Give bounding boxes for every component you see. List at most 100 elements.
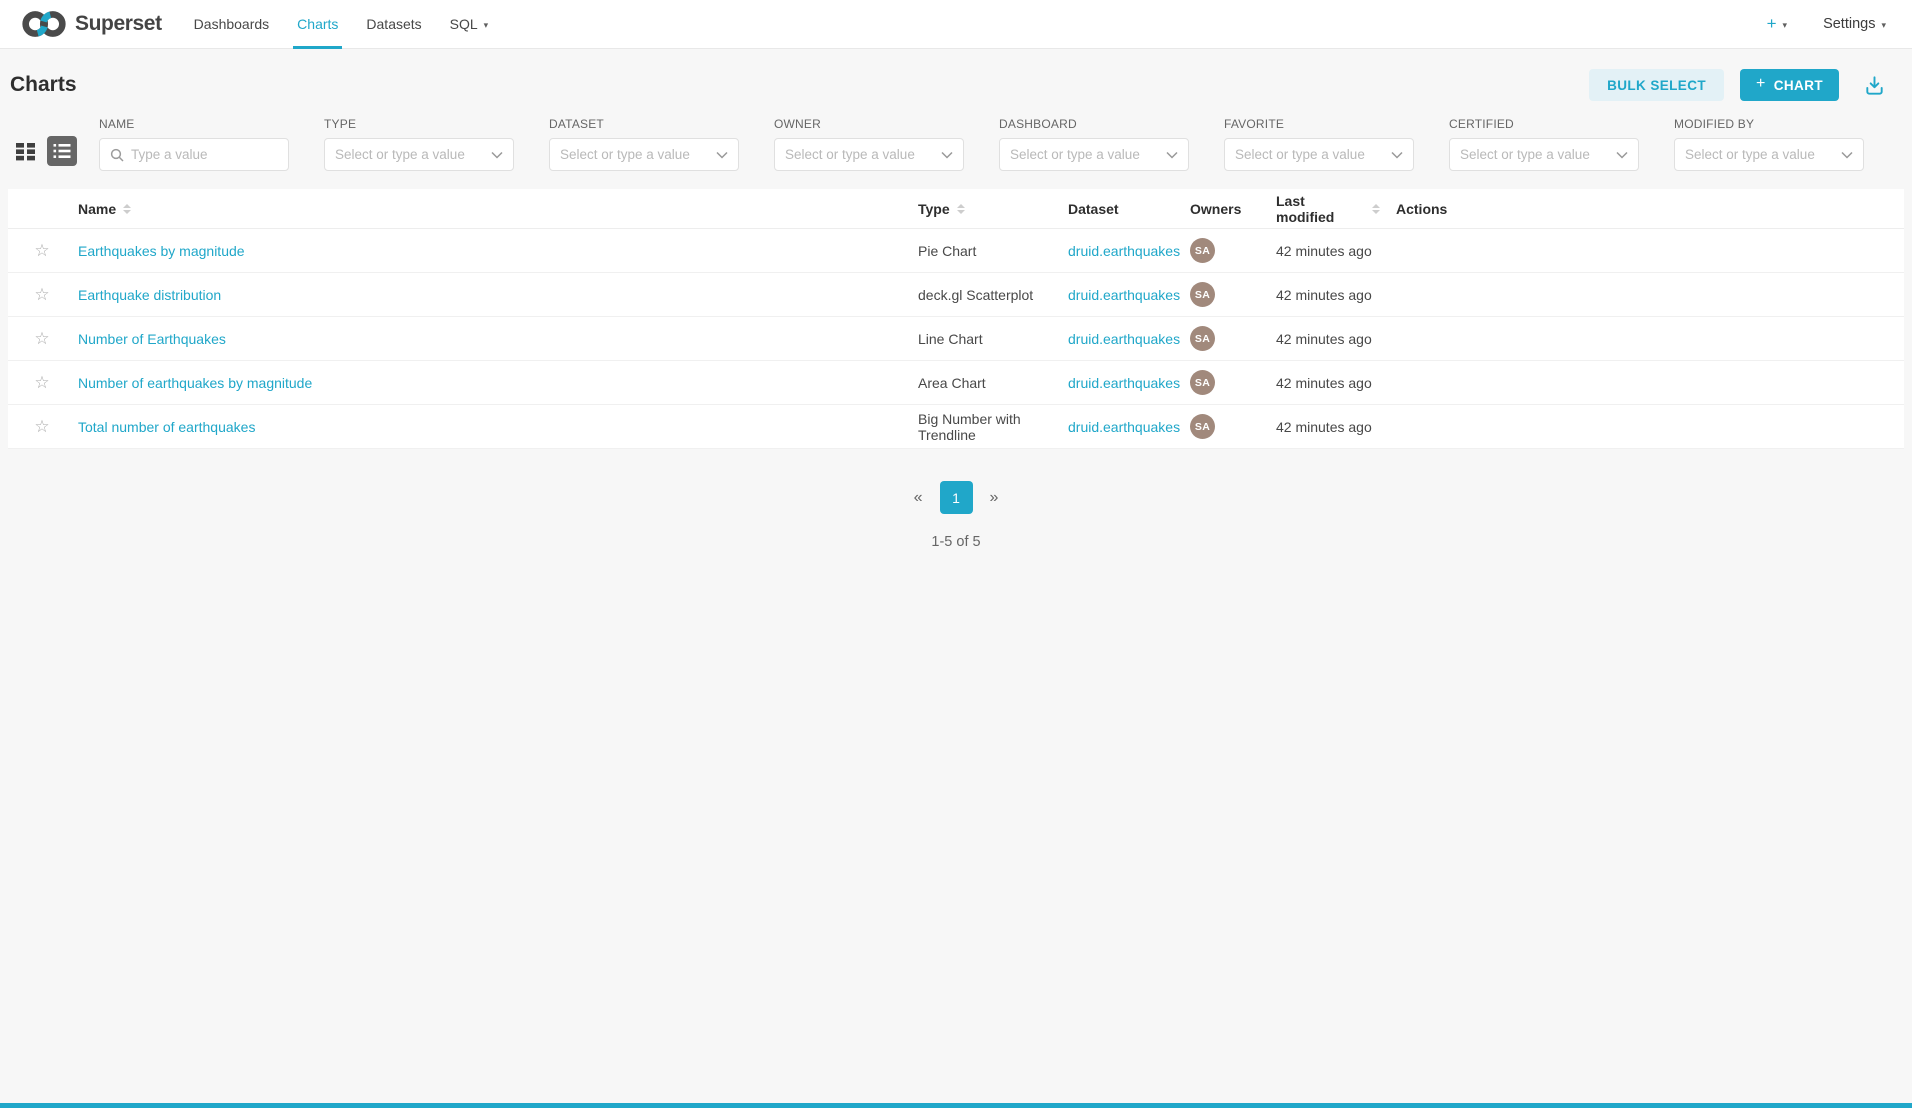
column-header-owners: Owners bbox=[1182, 201, 1268, 217]
pagination-page-1[interactable]: 1 bbox=[940, 481, 973, 514]
settings-menu-button[interactable]: Settings ▾ bbox=[1823, 16, 1886, 32]
new-menu-button[interactable]: + ▾ bbox=[1767, 14, 1787, 34]
pagination-prev-button[interactable]: « bbox=[906, 485, 931, 511]
nav-right: + ▾ Settings ▾ bbox=[1767, 0, 1886, 48]
list-view-icon[interactable] bbox=[47, 136, 77, 166]
name-search-input[interactable] bbox=[99, 138, 289, 171]
filter-type: TYPE Select or type a value bbox=[324, 117, 514, 171]
table-row: ☆ Earthquake distribution deck.gl Scatte… bbox=[8, 273, 1904, 317]
pagination-summary: 1-5 of 5 bbox=[0, 534, 1912, 550]
pagination-next-button[interactable]: » bbox=[982, 485, 1007, 511]
view-toggles bbox=[14, 136, 77, 166]
last-modified: 42 minutes ago bbox=[1268, 375, 1388, 391]
export-charts-button[interactable] bbox=[1863, 74, 1886, 97]
column-header-actions: Actions bbox=[1388, 201, 1488, 217]
favorite-star-icon[interactable]: ☆ bbox=[34, 286, 49, 303]
last-modified: 42 minutes ago bbox=[1268, 287, 1388, 303]
chart-name-link[interactable]: Earthquake distribution bbox=[78, 287, 221, 303]
filter-label: OWNER bbox=[774, 117, 964, 131]
filter-certified: CERTIFIED Select or type a value bbox=[1449, 117, 1639, 171]
dataset-link[interactable]: druid.earthquakes bbox=[1068, 243, 1180, 259]
nav-item-datasets[interactable]: Datasets bbox=[352, 0, 435, 48]
top-nav: Superset Dashboards Charts Datasets SQL … bbox=[0, 0, 1912, 49]
filter-label: CERTIFIED bbox=[1449, 117, 1639, 131]
filter-name: NAME bbox=[99, 117, 289, 171]
chevron-down-icon bbox=[716, 151, 728, 159]
bulk-select-button[interactable]: BULK SELECT bbox=[1589, 69, 1724, 101]
filter-label: DASHBOARD bbox=[999, 117, 1189, 131]
favorite-star-icon[interactable]: ☆ bbox=[34, 374, 49, 391]
chart-name-link[interactable]: Earthquakes by magnitude bbox=[78, 243, 245, 259]
type-filter-select[interactable]: Select or type a value bbox=[324, 138, 514, 171]
chart-type: deck.gl Scatterplot bbox=[910, 287, 1060, 303]
plus-icon: + bbox=[1756, 75, 1766, 93]
filter-owner: OWNER Select or type a value bbox=[774, 117, 964, 171]
favorite-star-icon[interactable]: ☆ bbox=[34, 418, 49, 435]
table-row: ☆ Total number of earthquakes Big Number… bbox=[8, 405, 1904, 449]
column-header-name[interactable]: Name bbox=[70, 201, 910, 217]
chevron-down-icon bbox=[1391, 151, 1403, 159]
nav-items: Dashboards Charts Datasets SQL ▾ bbox=[180, 0, 503, 48]
filter-modified-by: MODIFIED BY Select or type a value bbox=[1674, 117, 1864, 171]
chart-name-link[interactable]: Total number of earthquakes bbox=[78, 419, 255, 435]
column-header-type[interactable]: Type bbox=[910, 201, 1060, 217]
owner-avatar: SA bbox=[1190, 238, 1215, 263]
filter-dataset: DATASET Select or type a value bbox=[549, 117, 739, 171]
favorite-filter-select[interactable]: Select or type a value bbox=[1224, 138, 1414, 171]
chart-name-link[interactable]: Number of earthquakes by magnitude bbox=[78, 375, 312, 391]
owner-avatar: SA bbox=[1190, 326, 1215, 351]
filter-favorite: FAVORITE Select or type a value bbox=[1224, 117, 1414, 171]
dashboard-filter-select[interactable]: Select or type a value bbox=[999, 138, 1189, 171]
filter-label: FAVORITE bbox=[1224, 117, 1414, 131]
superset-logo[interactable]: Superset bbox=[22, 0, 162, 48]
caret-down-icon: ▾ bbox=[1881, 20, 1886, 31]
dataset-link[interactable]: druid.earthquakes bbox=[1068, 331, 1180, 347]
card-view-icon[interactable] bbox=[14, 141, 37, 162]
dataset-filter-select[interactable]: Select or type a value bbox=[549, 138, 739, 171]
certified-filter-select[interactable]: Select or type a value bbox=[1449, 138, 1639, 171]
caret-down-icon: ▾ bbox=[484, 20, 489, 31]
filter-label: MODIFIED BY bbox=[1674, 117, 1864, 131]
column-header-last-modified[interactable]: Last modified bbox=[1268, 193, 1388, 225]
sort-icon[interactable] bbox=[957, 204, 965, 214]
filter-dashboard: DASHBOARD Select or type a value bbox=[999, 117, 1189, 171]
chart-type: Area Chart bbox=[910, 375, 1060, 391]
last-modified: 42 minutes ago bbox=[1268, 419, 1388, 435]
owner-avatar: SA bbox=[1190, 370, 1215, 395]
owner-avatar: SA bbox=[1190, 282, 1215, 307]
sort-icon[interactable] bbox=[1372, 204, 1380, 214]
chevron-down-icon bbox=[941, 151, 953, 159]
charts-table: Name Type Dataset Owners Last modified A… bbox=[8, 189, 1904, 449]
nav-item-sql[interactable]: SQL ▾ bbox=[436, 0, 503, 48]
modified-by-filter-select[interactable]: Select or type a value bbox=[1674, 138, 1864, 171]
nav-item-dashboards[interactable]: Dashboards bbox=[180, 0, 284, 48]
page-header: Charts BULK SELECT + CHART bbox=[0, 49, 1912, 117]
last-modified: 42 minutes ago bbox=[1268, 243, 1388, 259]
owner-filter-select[interactable]: Select or type a value bbox=[774, 138, 964, 171]
chart-type: Line Chart bbox=[910, 331, 1060, 347]
pagination: « 1 » bbox=[0, 481, 1912, 514]
add-chart-button[interactable]: + CHART bbox=[1740, 69, 1839, 101]
chart-type: Pie Chart bbox=[910, 243, 1060, 259]
dataset-link[interactable]: druid.earthquakes bbox=[1068, 287, 1180, 303]
filter-label: NAME bbox=[99, 117, 289, 131]
last-modified: 42 minutes ago bbox=[1268, 331, 1388, 347]
chart-name-link[interactable]: Number of Earthquakes bbox=[78, 331, 226, 347]
download-icon bbox=[1863, 74, 1886, 97]
superset-logo-icon bbox=[22, 9, 66, 39]
dataset-link[interactable]: druid.earthquakes bbox=[1068, 375, 1180, 391]
chevron-down-icon bbox=[491, 151, 503, 159]
nav-item-charts[interactable]: Charts bbox=[283, 0, 352, 48]
table-row: ☆ Number of Earthquakes Line Chart druid… bbox=[8, 317, 1904, 361]
column-header-dataset: Dataset bbox=[1060, 201, 1182, 217]
chevron-down-icon bbox=[1841, 151, 1853, 159]
dataset-link[interactable]: druid.earthquakes bbox=[1068, 419, 1180, 435]
favorite-star-icon[interactable]: ☆ bbox=[34, 330, 49, 347]
table-row: ☆ Number of earthquakes by magnitude Are… bbox=[8, 361, 1904, 405]
sort-icon[interactable] bbox=[123, 204, 131, 214]
header-actions: BULK SELECT + CHART bbox=[1589, 69, 1886, 101]
table-header-row: Name Type Dataset Owners Last modified A… bbox=[8, 189, 1904, 229]
name-filter-field[interactable] bbox=[131, 147, 278, 162]
page-title: Charts bbox=[10, 73, 77, 97]
favorite-star-icon[interactable]: ☆ bbox=[34, 242, 49, 259]
